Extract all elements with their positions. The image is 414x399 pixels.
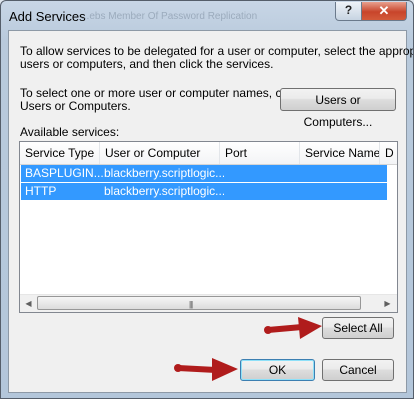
scroll-right-icon[interactable]: ▶ — [379, 295, 396, 312]
select-hint-line2: Users or Computers. — [20, 99, 131, 113]
background-window-tabs: ...ebs Member Of Password Replication — [81, 11, 258, 22]
ok-button[interactable]: OK — [240, 359, 315, 381]
annotation-arrow-icon — [174, 358, 238, 381]
select-all-button[interactable]: Select All — [322, 317, 394, 339]
column-service-name[interactable]: Service Name — [300, 142, 380, 164]
add-services-dialog: Add Services ...ebs Member Of Password R… — [0, 0, 414, 399]
intro-text-line2: users or computers, and then click the s… — [20, 57, 274, 71]
column-user-or-computer[interactable]: User or Computer — [100, 142, 220, 164]
select-hint-line1: To select one or more user or computer n… — [20, 86, 299, 100]
row-user-or-computer: blackberry.scriptlogic... — [104, 184, 224, 198]
horizontal-scrollbar[interactable]: ◀ ||| ▶ — [20, 294, 397, 312]
annotation-arrow-icon — [264, 317, 322, 339]
column-d[interactable]: D — [380, 142, 397, 164]
available-services-list[interactable]: Service Type User or Computer Port Servi… — [19, 141, 398, 313]
cancel-button[interactable]: Cancel — [322, 359, 394, 381]
dialog-body: To allow services to be delegated for a … — [8, 30, 413, 393]
scroll-left-icon[interactable]: ◀ — [20, 295, 37, 312]
available-services-label: Available services: — [20, 125, 120, 139]
list-row[interactable]: BASPLUGIN... blackberry.scriptlogic... — [21, 165, 387, 182]
help-button[interactable]: ? — [335, 2, 362, 21]
list-row[interactable]: HTTP blackberry.scriptlogic... — [21, 183, 387, 200]
column-service-type[interactable]: Service Type — [20, 142, 100, 164]
close-button[interactable]: ✕ — [361, 2, 407, 21]
title-bar[interactable]: Add Services ...ebs Member Of Password R… — [1, 1, 413, 29]
column-port[interactable]: Port — [220, 142, 300, 164]
users-or-computers-button[interactable]: Users or Computers... — [280, 88, 396, 129]
row-user-or-computer: blackberry.scriptlogic... — [104, 166, 224, 180]
dialog-title: Add Services — [9, 9, 86, 24]
scrollbar-thumb[interactable]: ||| — [37, 296, 361, 310]
intro-text-line1: To allow services to be delegated for a … — [20, 44, 414, 58]
row-service-type: HTTP — [25, 184, 57, 198]
row-service-type: BASPLUGIN... — [25, 166, 104, 180]
list-header: Service Type User or Computer Port Servi… — [20, 142, 397, 165]
scrollbar-grip-icon: ||| — [189, 300, 193, 309]
